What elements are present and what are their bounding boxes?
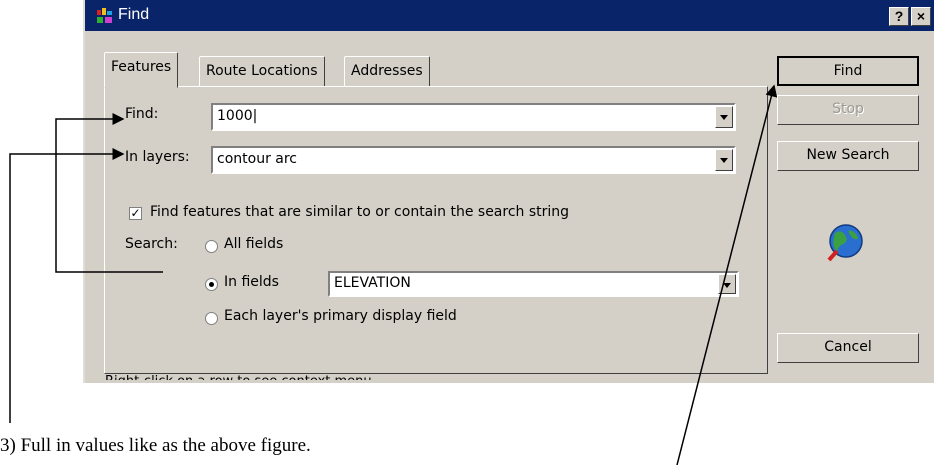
find-button[interactable]: Find xyxy=(777,56,919,86)
field-value: ELEVATION xyxy=(334,275,411,291)
radio-primary-field[interactable] xyxy=(205,312,218,325)
status-text: Right-click on a row to see context menu xyxy=(105,374,372,389)
tab-addresses[interactable]: Addresses xyxy=(344,56,430,87)
layers-value: contour arc xyxy=(217,151,297,167)
tab-route-locations[interactable]: Route Locations xyxy=(199,56,325,87)
radio-in-fields-label: In fields xyxy=(224,274,279,290)
caption: 3) Full in values like as the above figu… xyxy=(0,435,311,456)
search-label: Search: xyxy=(125,236,178,252)
radio-all-fields[interactable] xyxy=(205,240,218,253)
dropdown-arrow-icon[interactable] xyxy=(715,106,733,128)
find-label: Find: xyxy=(125,106,159,122)
title-bar: Find ? × xyxy=(85,0,934,31)
find-combobox[interactable]: 1000| xyxy=(211,103,736,131)
layers-label: In layers: xyxy=(125,149,190,165)
layers-combobox[interactable]: contour arc xyxy=(211,146,736,174)
radio-all-fields-label: All fields xyxy=(224,236,284,252)
features-panel: Find: 1000| In layers: contour arc ✓ Fin… xyxy=(104,86,768,374)
radio-primary-field-label: Each layer's primary display field xyxy=(224,308,457,324)
dropdown-arrow-icon[interactable] xyxy=(715,149,733,171)
dropdown-arrow-icon[interactable] xyxy=(718,274,736,294)
help-button[interactable]: ? xyxy=(889,7,909,26)
app-icon xyxy=(97,8,112,23)
window-title: Find xyxy=(118,6,150,23)
cancel-button[interactable]: Cancel xyxy=(777,333,919,363)
radio-in-fields[interactable] xyxy=(205,278,218,291)
close-button[interactable]: × xyxy=(911,7,931,26)
find-dialog: Find ? × Features Route Locations Addres… xyxy=(83,0,934,383)
find-input[interactable]: 1000| xyxy=(217,108,257,124)
new-search-button[interactable]: New Search xyxy=(777,141,919,171)
tab-features[interactable]: Features xyxy=(104,52,179,88)
globe-search-icon xyxy=(827,224,863,262)
stop-button[interactable]: Stop xyxy=(777,95,919,125)
similar-checkbox[interactable]: ✓ xyxy=(129,207,142,220)
similar-checkbox-label: Find features that are similar to or con… xyxy=(150,204,570,220)
field-combobox[interactable]: ELEVATION xyxy=(328,271,739,297)
